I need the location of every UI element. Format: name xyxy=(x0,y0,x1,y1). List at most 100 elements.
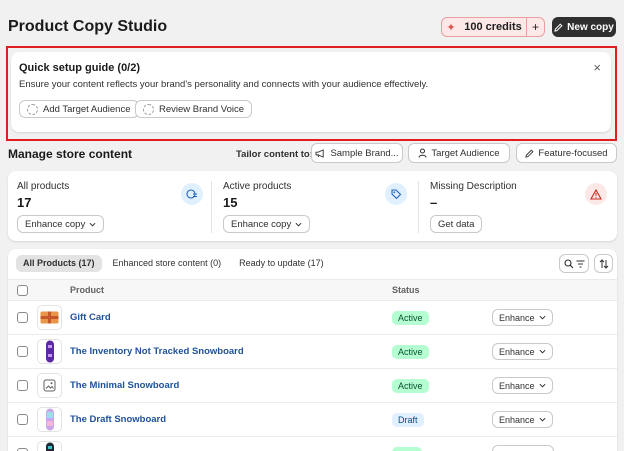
tab-enhanced-content[interactable]: Enhanced store content (0) xyxy=(106,255,229,272)
table-row[interactable]: The Minimal Snowboard Active Enhance xyxy=(8,369,617,403)
status-badge xyxy=(392,447,422,451)
enhance-dropdown[interactable] xyxy=(492,445,554,451)
row-checkbox[interactable] xyxy=(17,380,28,391)
feature-focused-label: Feature-focused xyxy=(538,147,608,159)
setup-guide-title: Quick setup guide (0/2) xyxy=(19,62,141,74)
enhance-label: Enhance xyxy=(499,380,535,391)
pending-step-icon xyxy=(143,103,154,115)
select-all-checkbox[interactable] xyxy=(17,285,28,296)
chevron-down-icon xyxy=(539,349,546,354)
sort-button[interactable] xyxy=(594,254,613,273)
stat-label: All products xyxy=(17,181,70,192)
products-table-card: All Products (17) Enhanced store content… xyxy=(8,249,617,451)
status-badge: Draft xyxy=(392,413,424,427)
setup-guide-card: Quick setup guide (0/2) Ensure your cont… xyxy=(11,52,611,132)
search-icon xyxy=(563,258,573,268)
stat-label: Active products xyxy=(223,181,292,192)
sparkle-icon: ✦ xyxy=(446,21,456,34)
enhance-label: Enhance xyxy=(499,414,535,425)
add-credits-button[interactable]: + xyxy=(526,18,544,36)
stat-all-products: All products 17 Enhance copy xyxy=(17,171,205,241)
enhance-copy-dropdown[interactable]: Enhance copy xyxy=(223,215,311,233)
tailor-label: Tailor content to: xyxy=(236,149,313,160)
product-link[interactable]: Gift Card xyxy=(70,312,111,323)
purple-snowboard-thumbnail xyxy=(37,339,62,364)
sparkle-list-icon xyxy=(181,183,203,205)
alert-triangle-icon xyxy=(585,183,607,205)
target-audience-button[interactable]: Target Audience xyxy=(408,143,510,163)
placeholder-image-thumbnail xyxy=(37,373,62,398)
product-link[interactable]: The Draft Snowboard xyxy=(70,414,166,425)
megaphone-icon xyxy=(315,148,325,158)
sort-icon xyxy=(599,258,608,269)
get-data-label: Get data xyxy=(438,218,475,230)
step-label: Add Target Audience xyxy=(43,103,131,115)
table-header: Product Status xyxy=(8,279,617,301)
target-audience-label: Target Audience xyxy=(431,147,500,159)
gift-card-thumbnail xyxy=(37,305,62,330)
setup-guide-description: Ensure your content reflects your brand'… xyxy=(19,79,429,90)
chevron-down-icon xyxy=(539,383,546,388)
credits-badge[interactable]: ✦ 100 credits + xyxy=(441,17,545,37)
section-title: Manage store content xyxy=(8,147,133,161)
brand-voice-button[interactable]: Sample Brand... xyxy=(311,143,403,163)
tag-icon xyxy=(385,183,407,205)
enhance-label: Enhance xyxy=(499,312,535,323)
stat-missing-description: Missing Description – Get data xyxy=(430,171,615,241)
review-brand-voice-button[interactable]: Review Brand Voice xyxy=(135,100,253,118)
tab-ready-to-update[interactable]: Ready to update (17) xyxy=(232,255,331,272)
status-badge: Active xyxy=(392,345,429,359)
product-link[interactable]: The Minimal Snowboard xyxy=(70,380,179,391)
stat-value: 15 xyxy=(223,195,238,210)
filter-icon xyxy=(576,259,584,268)
stat-value: 17 xyxy=(17,195,32,210)
person-icon xyxy=(418,148,427,158)
new-copy-label: New copy xyxy=(567,21,614,33)
column-header-product: Product xyxy=(70,285,105,295)
add-target-audience-button[interactable]: Add Target Audience xyxy=(19,100,139,118)
chevron-down-icon xyxy=(89,222,96,227)
row-checkbox[interactable] xyxy=(17,346,28,357)
filter-tabs: All Products (17) Enhanced store content… xyxy=(16,255,331,272)
table-row[interactable]: The Inventory Not Tracked Snowboard Acti… xyxy=(8,335,617,369)
chevron-down-icon xyxy=(539,417,546,422)
new-copy-button[interactable]: New copy xyxy=(552,17,616,37)
row-checkbox[interactable] xyxy=(17,414,28,425)
status-badge: Active xyxy=(392,379,429,393)
get-data-button[interactable]: Get data xyxy=(430,215,483,233)
chevron-down-icon xyxy=(295,222,302,227)
stat-value: – xyxy=(430,195,438,210)
pencil-icon xyxy=(525,149,534,158)
pastel-snowboard-thumbnail xyxy=(37,407,62,432)
enhance-copy-label: Enhance copy xyxy=(231,218,292,230)
enhance-dropdown[interactable]: Enhance xyxy=(492,377,553,394)
app-title: Product Copy Studio xyxy=(8,18,168,35)
pencil-icon xyxy=(554,22,563,32)
status-badge: Active xyxy=(392,311,429,325)
table-row[interactable] xyxy=(8,437,617,451)
row-checkbox[interactable] xyxy=(17,312,28,323)
enhance-dropdown[interactable]: Enhance xyxy=(492,309,553,326)
column-header-status: Status xyxy=(392,285,420,295)
tab-all-products[interactable]: All Products (17) xyxy=(16,255,102,272)
stat-active-products: Active products 15 Enhance copy xyxy=(223,171,411,241)
product-link[interactable]: The Inventory Not Tracked Snowboard xyxy=(70,346,244,357)
stat-divider xyxy=(418,181,419,233)
feature-focused-button[interactable]: Feature-focused xyxy=(516,143,617,163)
enhance-copy-dropdown[interactable]: Enhance copy xyxy=(17,215,105,233)
close-icon[interactable]: × xyxy=(593,61,601,75)
credits-label: 100 credits xyxy=(464,21,522,33)
brand-voice-label: Sample Brand... xyxy=(330,147,399,159)
enhance-dropdown[interactable]: Enhance xyxy=(492,411,553,428)
enhance-label: Enhance xyxy=(499,346,535,357)
stats-card: All products 17 Enhance copy Active prod… xyxy=(8,171,617,241)
dark-snowboard-thumbnail xyxy=(37,441,62,451)
app-header: Product Copy Studio ✦ 100 credits + New … xyxy=(8,16,616,38)
enhance-copy-label: Enhance copy xyxy=(25,218,86,230)
enhance-dropdown[interactable]: Enhance xyxy=(492,343,553,360)
table-row[interactable]: Gift Card Active Enhance xyxy=(8,301,617,335)
table-row[interactable]: The Draft Snowboard Draft Enhance xyxy=(8,403,617,437)
search-filter-button[interactable] xyxy=(559,254,589,273)
stat-label: Missing Description xyxy=(430,181,517,192)
step-label: Review Brand Voice xyxy=(159,103,245,115)
